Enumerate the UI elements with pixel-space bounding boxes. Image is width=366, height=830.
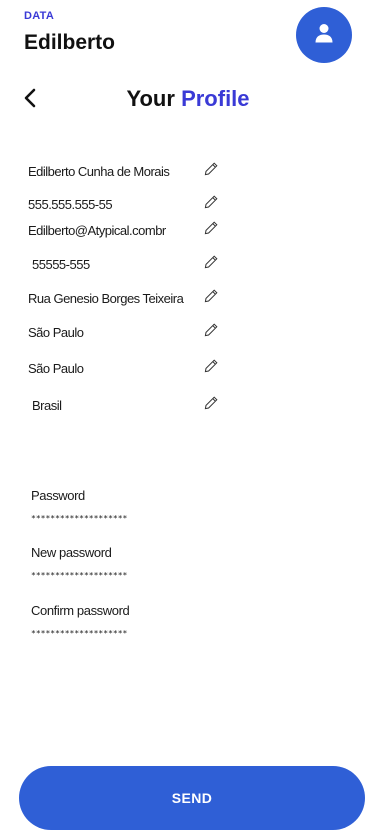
field-value: São Paulo <box>28 325 84 340</box>
confirm-password-field[interactable] <box>31 627 231 639</box>
profile-field-state: São Paulo <box>0 358 366 381</box>
pencil-icon <box>204 254 218 274</box>
edit-email-button[interactable] <box>203 220 219 240</box>
page-title-main: Your <box>126 86 175 111</box>
field-value: 555.555.555-55 <box>28 197 113 212</box>
new-password-label: New password <box>31 545 112 560</box>
user-name: Edilberto <box>24 31 116 54</box>
edit-cpf-button[interactable] <box>203 194 219 214</box>
edit-state-button[interactable] <box>203 358 219 378</box>
profile-field-city: São Paulo <box>0 322 366 345</box>
field-value: 55555-555 <box>32 257 90 272</box>
pencil-icon <box>204 161 218 181</box>
app-label: DATA <box>24 10 55 22</box>
password-field[interactable] <box>31 512 231 524</box>
edit-name-button[interactable] <box>203 161 219 181</box>
field-value: Edilberto@Atypical.combr <box>28 223 166 238</box>
profile-field-street: Rua Genesio Borges Teixeira <box>0 288 366 311</box>
edit-city-button[interactable] <box>203 322 219 342</box>
profile-field-name: Edilberto Cunha de Morais <box>0 161 366 184</box>
pencil-icon <box>204 395 218 415</box>
field-value: Brasil <box>32 398 62 413</box>
pencil-icon <box>204 220 218 240</box>
password-label: Password <box>31 488 85 503</box>
new-password-field[interactable] <box>31 569 231 581</box>
field-value: São Paulo <box>28 361 84 376</box>
confirm-password-label: Confirm password <box>31 603 130 618</box>
profile-field-zipcode: 55555-555 <box>0 254 366 277</box>
profile-field-email: Edilberto@Atypical.combr <box>0 220 366 243</box>
pencil-icon <box>204 358 218 378</box>
send-button[interactable]: SEND <box>19 766 365 830</box>
pencil-icon <box>204 194 218 214</box>
edit-country-button[interactable] <box>203 395 219 415</box>
profile-field-country: Brasil <box>0 395 366 418</box>
pencil-icon <box>204 322 218 342</box>
edit-zipcode-button[interactable] <box>203 254 219 274</box>
edit-street-button[interactable] <box>203 288 219 308</box>
user-icon <box>313 22 335 49</box>
avatar-button[interactable] <box>296 7 352 63</box>
field-value: Edilberto Cunha de Morais <box>28 164 170 179</box>
page-title: Your Profile <box>0 86 366 112</box>
pencil-icon <box>204 288 218 308</box>
field-value: Rua Genesio Borges Teixeira <box>28 291 184 306</box>
profile-field-cpf: 555.555.555-55 <box>0 194 366 217</box>
page-title-accent: Profile <box>181 86 250 111</box>
